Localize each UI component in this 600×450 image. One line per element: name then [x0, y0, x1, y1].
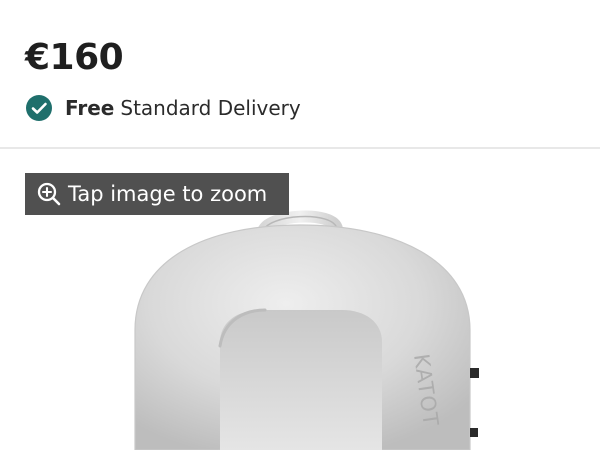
tap-to-zoom-badge[interactable]: Tap image to zoom [25, 173, 289, 215]
product-image[interactable]: KATOT [0, 190, 600, 450]
product-lounger-inner [220, 310, 382, 450]
zoom-in-icon [37, 182, 61, 206]
check-circle-icon [26, 95, 52, 121]
standard-delivery-label: Standard Delivery [120, 96, 301, 120]
top-partial-text: — — — — [238, 0, 362, 5]
delivery-info: Free Standard Delivery [25, 93, 301, 123]
section-divider [0, 147, 600, 149]
product-price: €160 [25, 37, 124, 78]
zoom-hint-text: Tap image to zoom [68, 182, 268, 206]
free-delivery-label: Free [65, 96, 115, 120]
